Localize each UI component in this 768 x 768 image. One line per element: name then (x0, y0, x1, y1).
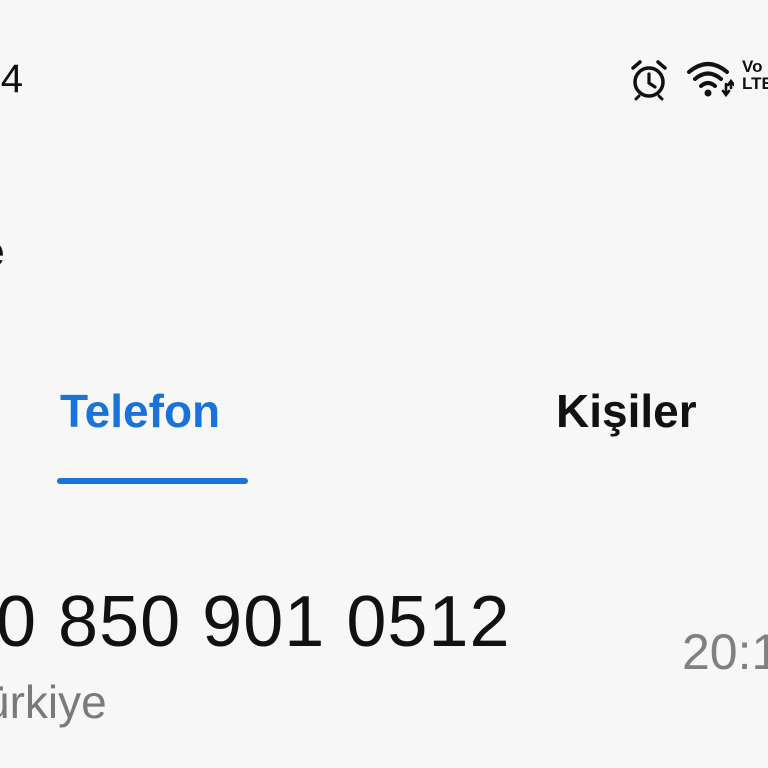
call-time: 20:1 (682, 624, 768, 680)
page-title: e (0, 226, 4, 278)
call-location: ürkiye (0, 676, 107, 728)
active-tab-indicator (57, 478, 248, 484)
call-log-item[interactable]: 0 850 901 0512 ürkiye 20:1 (0, 560, 768, 750)
status-time: 24 (0, 57, 24, 101)
alarm-icon (628, 59, 670, 101)
status-icons: Vo LTE (628, 58, 768, 102)
tab-kisiler[interactable]: Kişiler (556, 382, 697, 440)
wifi-icon (686, 60, 736, 100)
lte-label: LTE (742, 74, 768, 93)
tab-telefon[interactable]: Telefon (60, 382, 220, 440)
volte-lte-icon: Vo LTE (742, 58, 768, 102)
volte-label: Vo (742, 57, 763, 76)
call-number: 0 850 901 0512 (0, 582, 511, 662)
